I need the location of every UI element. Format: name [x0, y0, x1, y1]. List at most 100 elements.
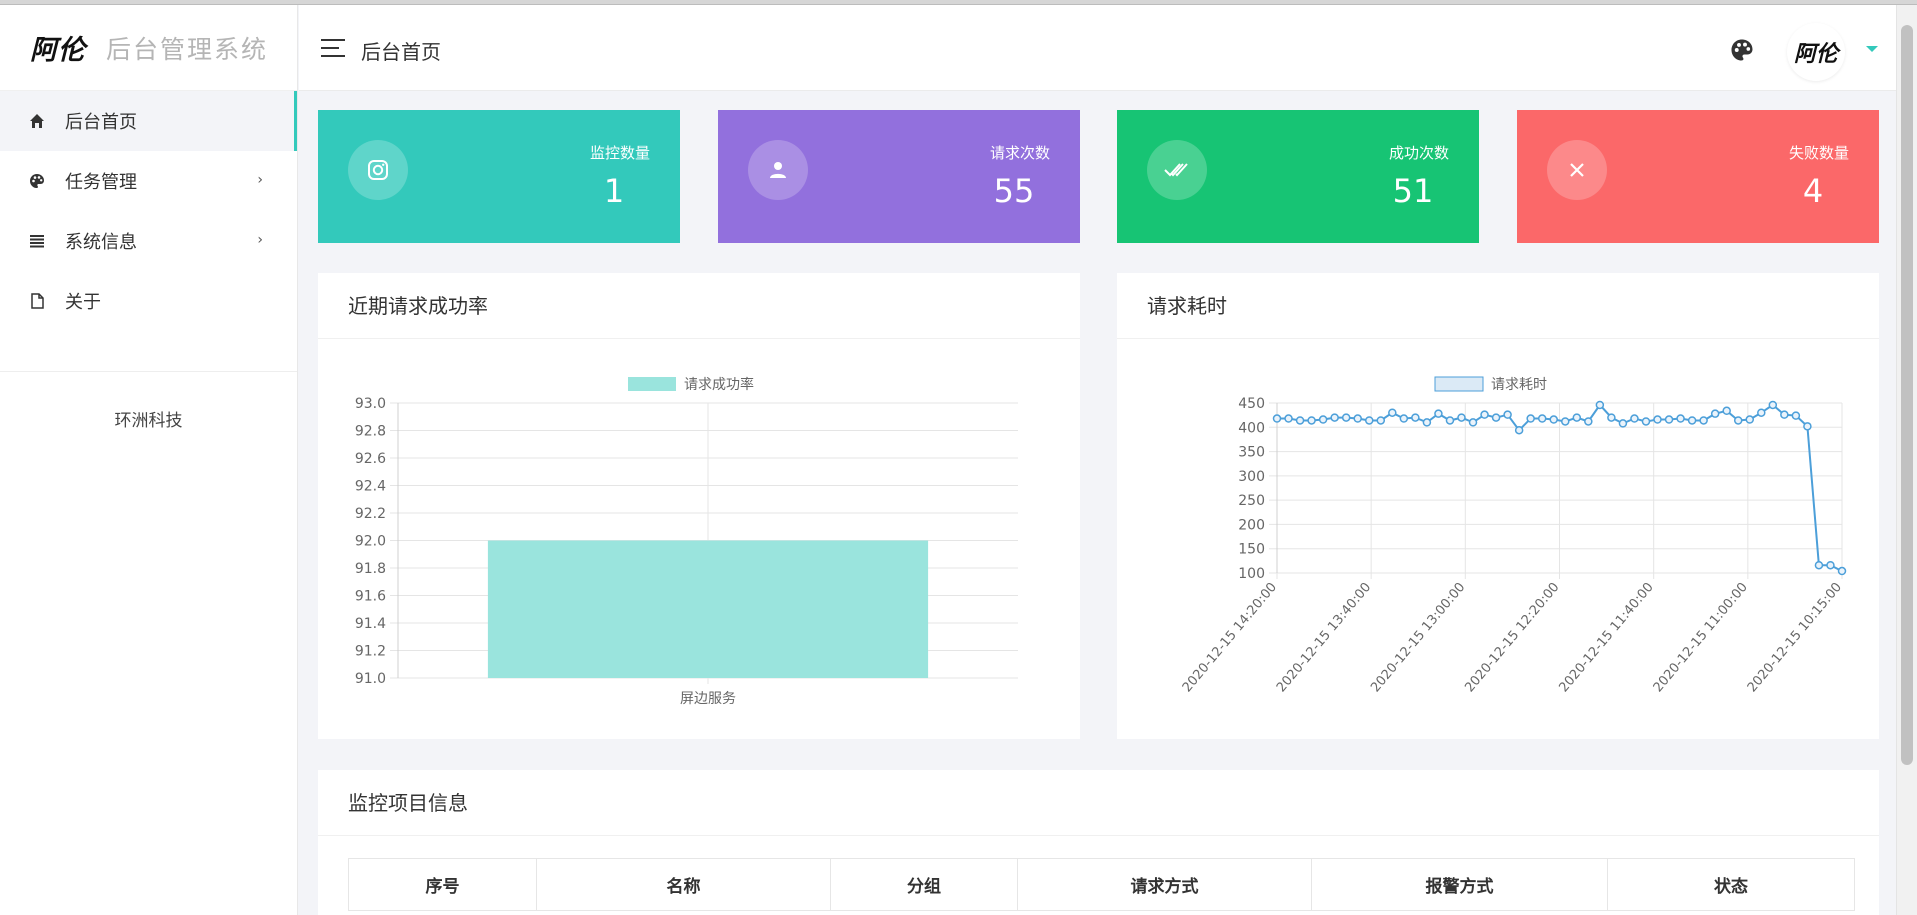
stat-value: 1 — [603, 172, 625, 210]
data-point — [1434, 409, 1443, 418]
column-header-alert-method[interactable]: 报警方式 — [1311, 858, 1608, 911]
data-point — [1757, 408, 1766, 417]
x-tick-label: 2020-12-15 11:00:00 — [1651, 580, 1751, 695]
data-point — [1653, 415, 1662, 424]
sidebar: 阿伦 后台管理系统 后台首页 任务管理 › 系统信息 › 关于 环洲科技 — [0, 5, 298, 915]
data-point — [1526, 414, 1535, 423]
home-icon — [28, 112, 46, 130]
x-tick-label: 2020-12-15 11:40:00 — [1556, 580, 1656, 695]
data-point — [1272, 414, 1282, 423]
column-header-request-method[interactable]: 请求方式 — [1017, 858, 1312, 911]
data-point — [1710, 409, 1720, 418]
data-point — [1814, 560, 1824, 570]
sidebar-item-system-info[interactable]: 系统信息 › — [0, 211, 297, 271]
y-tick-label: 91.0 — [355, 671, 386, 687]
sidebar-item-tasks[interactable]: 任务管理 › — [0, 151, 297, 211]
avatar[interactable]: 阿伦 — [1787, 23, 1845, 81]
menu-toggle-icon[interactable] — [321, 39, 345, 59]
data-point — [1768, 400, 1778, 410]
data-point — [1353, 414, 1362, 423]
data-point — [1584, 417, 1593, 426]
data-point — [1641, 417, 1651, 426]
latency-chart: 请求耗时4504003503002502001501002020-12-15 1… — [1180, 376, 1847, 695]
legend-swatch — [628, 377, 676, 391]
stat-card-success-count[interactable]: 成功次数 51 — [1117, 110, 1479, 243]
stat-card-monitor-count[interactable]: 监控数量 1 — [318, 110, 680, 243]
data-point — [1676, 414, 1685, 423]
chevron-right-icon: › — [257, 172, 263, 188]
stat-value: 4 — [1802, 172, 1824, 210]
panel-title: 近期请求成功率 — [318, 273, 1080, 339]
y-tick-label: 200 — [1238, 517, 1265, 533]
column-header-status[interactable]: 状态 — [1607, 858, 1855, 911]
scrollbar[interactable] — [1896, 5, 1917, 915]
x-tick-label: 屏边服务 — [680, 691, 736, 707]
theme-palette-icon[interactable] — [1730, 38, 1754, 62]
data-point — [1307, 416, 1316, 425]
stat-value: 55 — [993, 172, 1035, 210]
y-tick-label: 450 — [1238, 396, 1265, 412]
stat-label: 成功次数 — [1388, 144, 1449, 162]
x-tick-label: 2020-12-15 14:20:00 — [1180, 580, 1280, 695]
column-header-group[interactable]: 分组 — [830, 858, 1018, 911]
brand-logo: 阿伦 — [30, 35, 86, 66]
y-tick-label: 91.4 — [355, 616, 386, 632]
instagram-icon — [348, 140, 408, 200]
stat-card-failure-count[interactable]: 失败数量 4 — [1517, 110, 1879, 243]
data-point — [1457, 413, 1466, 422]
caret-down-icon[interactable] — [1866, 46, 1878, 52]
x-tick-label: 2020-12-15 13:40:00 — [1274, 580, 1374, 695]
x-tick-label: 2020-12-15 13:00:00 — [1368, 580, 1468, 695]
data-point — [1687, 416, 1697, 425]
data-point — [1422, 418, 1432, 427]
data-point — [1295, 416, 1305, 425]
user-icon — [748, 140, 808, 200]
data-point — [1468, 418, 1478, 427]
data-point — [1618, 419, 1628, 428]
data-point — [1411, 413, 1420, 422]
scrollbar-thumb[interactable] — [1901, 25, 1913, 765]
panel-title: 监控项目信息 — [318, 770, 1879, 836]
sidebar-item-label: 后台首页 — [65, 112, 137, 133]
stat-card-request-count[interactable]: 请求次数 55 — [718, 110, 1080, 243]
y-tick-label: 92.8 — [355, 424, 386, 440]
x-tick-label: 2020-12-15 12:20:00 — [1462, 580, 1562, 695]
data-point — [1826, 560, 1835, 570]
sidebar-item-home[interactable]: 后台首页 — [0, 91, 297, 151]
latency-panel: 请求耗时 请求耗时 450 400 350 300 250 200 150 100 2020-12… — [1117, 273, 1879, 739]
data-point — [1318, 415, 1328, 424]
table-header-row: 序号 名称 分组 请求方式 报警方式 状态 — [348, 858, 1855, 911]
data-point — [1341, 413, 1351, 422]
list-icon — [28, 232, 46, 250]
data-point — [1503, 410, 1512, 419]
sidebar-item-label: 任务管理 — [65, 172, 137, 193]
y-tick-label: 150 — [1238, 542, 1265, 558]
legend-swatch — [1434, 376, 1484, 392]
double-check-icon — [1147, 140, 1207, 200]
sidebar-footer: 环洲科技 — [114, 411, 183, 431]
sidebar-item-about[interactable]: 关于 — [0, 271, 297, 331]
data-point — [1837, 566, 1847, 576]
brand: 阿伦 后台管理系统 — [0, 5, 297, 91]
projects-table: 序号 名称 分组 请求方式 报警方式 状态 — [348, 858, 1855, 911]
success-rate-chart: 请求成功率 93.0 92.8 92.6 92.4 92.2 92.0 91.8 91.6 91.… — [355, 376, 1018, 707]
y-tick-label: 300 — [1238, 469, 1265, 485]
data-point — [1284, 414, 1293, 423]
sidebar-menu: 后台首页 任务管理 › 系统信息 › 关于 — [0, 91, 297, 331]
y-tick-label: 92.0 — [355, 534, 386, 550]
legend-label: 请求耗时 — [1491, 377, 1547, 393]
data-point — [1733, 416, 1743, 425]
data-point — [1537, 414, 1547, 423]
data-point — [1376, 416, 1386, 425]
data-point — [1491, 413, 1501, 422]
data-point — [1607, 413, 1616, 422]
data-point — [1780, 410, 1789, 419]
column-header-name[interactable]: 名称 — [536, 858, 831, 911]
close-icon — [1547, 140, 1607, 200]
data-point — [1664, 415, 1674, 424]
data-point — [1445, 416, 1455, 425]
column-header-index[interactable]: 序号 — [348, 858, 537, 911]
data-point — [1364, 416, 1374, 425]
sidebar-item-label: 关于 — [65, 292, 101, 313]
y-tick-label: 400 — [1238, 420, 1265, 436]
